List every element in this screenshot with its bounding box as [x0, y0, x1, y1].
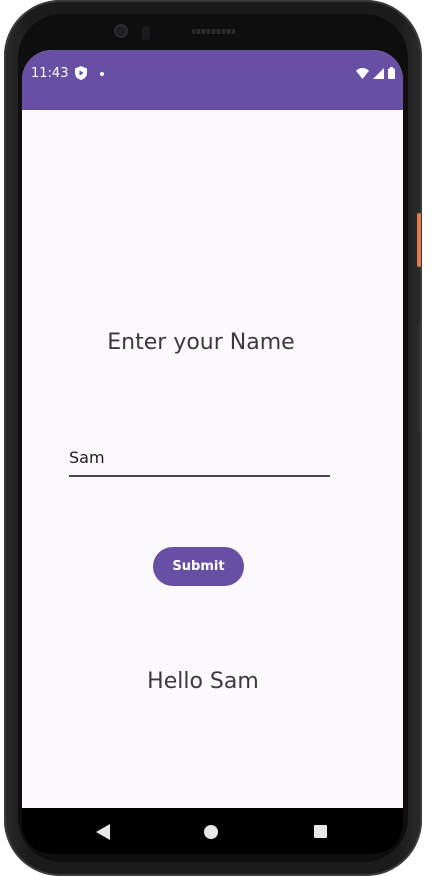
recents-icon[interactable] — [314, 825, 327, 838]
power-button[interactable] — [417, 213, 421, 267]
volume-button[interactable] — [417, 325, 420, 433]
sensor-icon — [142, 26, 150, 40]
earpiece-speaker — [192, 29, 236, 34]
status-bar: 11:43 — [22, 50, 403, 110]
shield-play-icon — [75, 66, 87, 80]
status-icons — [356, 67, 395, 79]
wifi-icon — [356, 67, 369, 79]
greeting-text: Hello Sam — [147, 669, 259, 694]
front-camera-icon — [114, 24, 128, 38]
home-icon[interactable] — [204, 825, 218, 839]
submit-button[interactable]: Submit — [153, 547, 244, 586]
page-title: Enter your Name — [107, 330, 295, 355]
notification-dot-icon — [100, 72, 104, 76]
back-icon[interactable] — [96, 824, 110, 840]
device: 11:43 Enter your Name Sam Submit Hello S… — [0, 0, 432, 876]
name-field[interactable] — [69, 440, 330, 477]
signal-icon — [373, 67, 384, 79]
name-input[interactable] — [69, 440, 330, 475]
app-screen: 11:43 Enter your Name Sam Submit Hello S… — [22, 50, 403, 808]
navigation-bar — [22, 808, 403, 854]
status-time: 11:43 — [31, 66, 69, 81]
battery-icon — [388, 67, 395, 79]
